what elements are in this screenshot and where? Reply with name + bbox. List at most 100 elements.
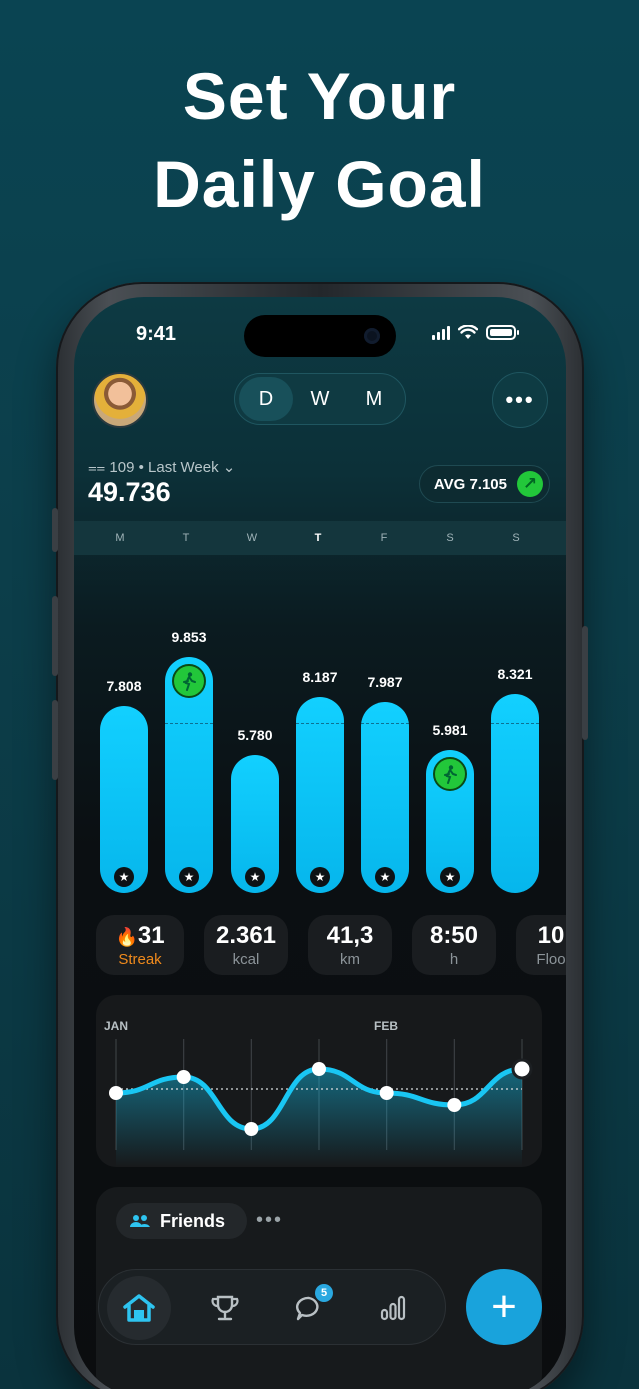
stat-card[interactable]: 41,3 km: [308, 915, 392, 975]
trend-point[interactable]: [109, 1086, 123, 1100]
stat-value: 2.361: [215, 922, 277, 949]
star-icon: ★: [375, 866, 395, 887]
tab-bar: 5: [98, 1269, 446, 1345]
stat-value: 41,3: [326, 922, 374, 949]
trend-point[interactable]: [447, 1098, 462, 1112]
stat-value: 10: [537, 922, 565, 949]
stat-label: Floo: [536, 951, 566, 968]
trophy-icon: [211, 1295, 239, 1321]
average-label: AVG 7.105: [433, 475, 507, 493]
home-icon: [123, 1294, 155, 1322]
headline: Set Your Daily Goal: [0, 52, 639, 228]
weekday-label: S: [512, 532, 520, 544]
battery-icon: [486, 325, 519, 340]
camera-icon: [364, 328, 380, 344]
steps-icon: ⩵: [88, 459, 106, 476]
weekday-label: F: [380, 532, 388, 544]
day-bar[interactable]: ★: [165, 657, 213, 893]
headline-line-1: Set Your: [182, 59, 457, 133]
stat-value: 🔥31: [115, 922, 165, 949]
friends-more-button[interactable]: •••: [256, 1209, 283, 1232]
wifi-icon: [458, 325, 478, 339]
trend-graph-card[interactable]: JAN FEB: [96, 995, 542, 1167]
stat-card[interactable]: 🔥31 Streak: [96, 915, 184, 975]
weekday-label: T: [314, 532, 322, 544]
friends-label: Friends: [160, 1210, 226, 1231]
plus-icon: +: [491, 1282, 517, 1331]
more-button[interactable]: •••: [492, 372, 548, 428]
headline-line-2: Daily Goal: [153, 147, 486, 221]
star-icon: ★: [245, 866, 265, 887]
messages-badge: 5: [315, 1284, 333, 1302]
stat-label: Streak: [118, 951, 162, 968]
bar-value-label: 5.981: [432, 721, 468, 738]
phone-volume-down-button: [52, 700, 58, 780]
range-label: 109 • Last Week: [109, 459, 219, 476]
tab-messages[interactable]: 5: [277, 1276, 341, 1340]
weekday-label: M: [115, 532, 125, 544]
bar-value-label: 8.187: [302, 669, 338, 686]
app-screen: 9:41 D W M ••• ⩵ 109 • Last Week ⌄ 49.73…: [74, 297, 566, 1389]
segment-day[interactable]: D: [239, 377, 293, 421]
trend-point[interactable]: [244, 1122, 259, 1136]
stat-label: km: [340, 951, 360, 968]
phone-action-button: [52, 508, 58, 552]
day-bar[interactable]: ★: [100, 706, 148, 893]
week-total: 49.736: [88, 477, 171, 507]
trend-point[interactable]: [511, 1058, 533, 1080]
stat-label: h: [449, 951, 459, 968]
stat-card[interactable]: 2.361 kcal: [204, 915, 288, 975]
stat-value: 8:50: [429, 922, 479, 949]
status-icons: [432, 325, 519, 340]
tab-stats[interactable]: [361, 1276, 425, 1340]
star-icon: ★: [179, 866, 199, 887]
stats-icon: [380, 1295, 406, 1321]
phone-volume-up-button: [52, 596, 58, 676]
people-icon: [130, 1215, 150, 1227]
tab-achievements[interactable]: [193, 1276, 257, 1340]
trend-area: [116, 1069, 522, 1167]
status-time: 9:41: [136, 323, 177, 345]
bar-value-label: 5.780: [237, 726, 273, 743]
range-selector[interactable]: ⩵ 109 • Last Week ⌄: [88, 458, 235, 476]
trend-point[interactable]: [312, 1062, 326, 1076]
day-bar[interactable]: ★: [296, 697, 344, 893]
day-bar[interactable]: [491, 693, 539, 893]
star-icon: ★: [114, 866, 134, 887]
weekday-label: T: [182, 532, 190, 544]
bar-value-label: 7.987: [367, 673, 403, 690]
trend-up-arrow-icon: ↗: [517, 471, 543, 497]
fire-icon: 🔥: [115, 927, 138, 947]
star-icon: ★: [310, 866, 330, 887]
day-bar[interactable]: ★: [231, 754, 279, 893]
avatar[interactable]: [92, 372, 148, 428]
phone-power-button: [582, 626, 588, 740]
goal-line: [296, 723, 344, 725]
goal-line: [165, 723, 213, 725]
segment-month[interactable]: M: [347, 377, 401, 421]
stat-card[interactable]: 10 Floo: [516, 915, 566, 975]
day-bar[interactable]: ★: [361, 701, 409, 893]
trend-point[interactable]: [176, 1070, 191, 1084]
dynamic-island: [244, 315, 396, 357]
average-pill[interactable]: AVG 7.105 ↗: [418, 465, 550, 503]
bar-value-label: 8.321: [497, 665, 533, 682]
stat-card[interactable]: 8:50 h: [412, 915, 496, 975]
goal-line: [361, 723, 409, 725]
trend-line-chart: [109, 1039, 533, 1167]
weekday-label: W: [246, 532, 258, 544]
add-button[interactable]: +: [466, 1269, 542, 1345]
period-segmented-control: D W M: [234, 373, 406, 425]
goal-reached-hiker-icon: [172, 664, 206, 699]
goal-reached-hiker-icon: [433, 756, 467, 791]
signal-icon: [432, 325, 450, 340]
chevron-down-icon: ⌄: [222, 459, 236, 476]
day-bar[interactable]: ★: [426, 749, 474, 893]
friends-tab[interactable]: Friends: [116, 1203, 248, 1239]
weekday-label: S: [446, 532, 454, 544]
segment-week[interactable]: W: [293, 377, 347, 421]
star-icon: ★: [440, 866, 460, 887]
tab-home[interactable]: [107, 1276, 171, 1340]
trend-point[interactable]: [379, 1086, 394, 1100]
stat-label: kcal: [232, 951, 260, 968]
